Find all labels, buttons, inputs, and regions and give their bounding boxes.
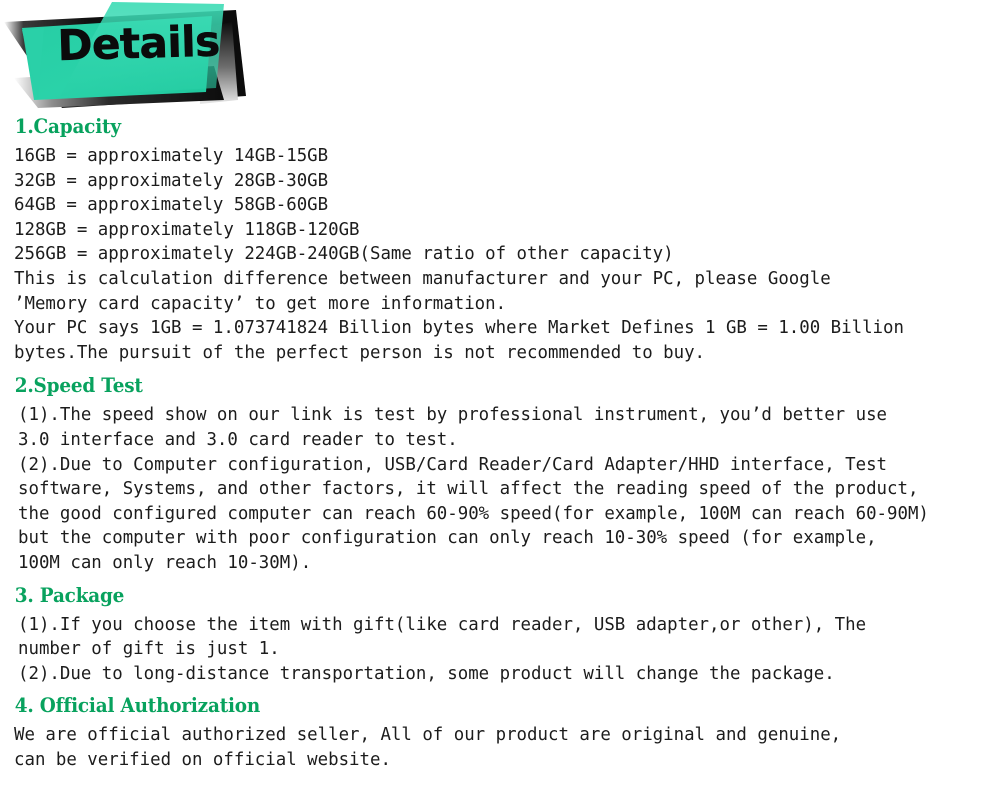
section-capacity: 1.Capacity 16GB = approximately 14GB-15G… — [0, 112, 1000, 365]
section-heading-official-authorization: 4. Official Authorization — [14, 693, 261, 718]
section-heading-speed-test: 2.Speed Test — [14, 373, 143, 398]
details-banner: Details — [0, 0, 260, 112]
banner-title: Details — [56, 16, 221, 70]
section-package: 3. Package (1).If you choose the item wi… — [0, 581, 1000, 687]
section-speed-test: 2.Speed Test (1).The speed show on our l… — [0, 371, 1000, 575]
section-heading-package: 3. Package — [14, 582, 125, 607]
section-body-official-authorization: We are official authorized seller, All o… — [14, 725, 842, 770]
section-heading-capacity: 1.Capacity — [14, 114, 121, 138]
section-official-authorization: 4. Official Authorization We are officia… — [0, 691, 1000, 772]
details-content: 1.Capacity 16GB = approximately 14GB-15G… — [0, 112, 1000, 772]
section-body-capacity: 16GB = approximately 14GB-15GB 32GB = ap… — [14, 146, 904, 363]
section-body-speed-test: (1).The speed show on our link is test b… — [18, 405, 929, 573]
section-body-package: (1).If you choose the item with gift(lik… — [18, 614, 867, 684]
